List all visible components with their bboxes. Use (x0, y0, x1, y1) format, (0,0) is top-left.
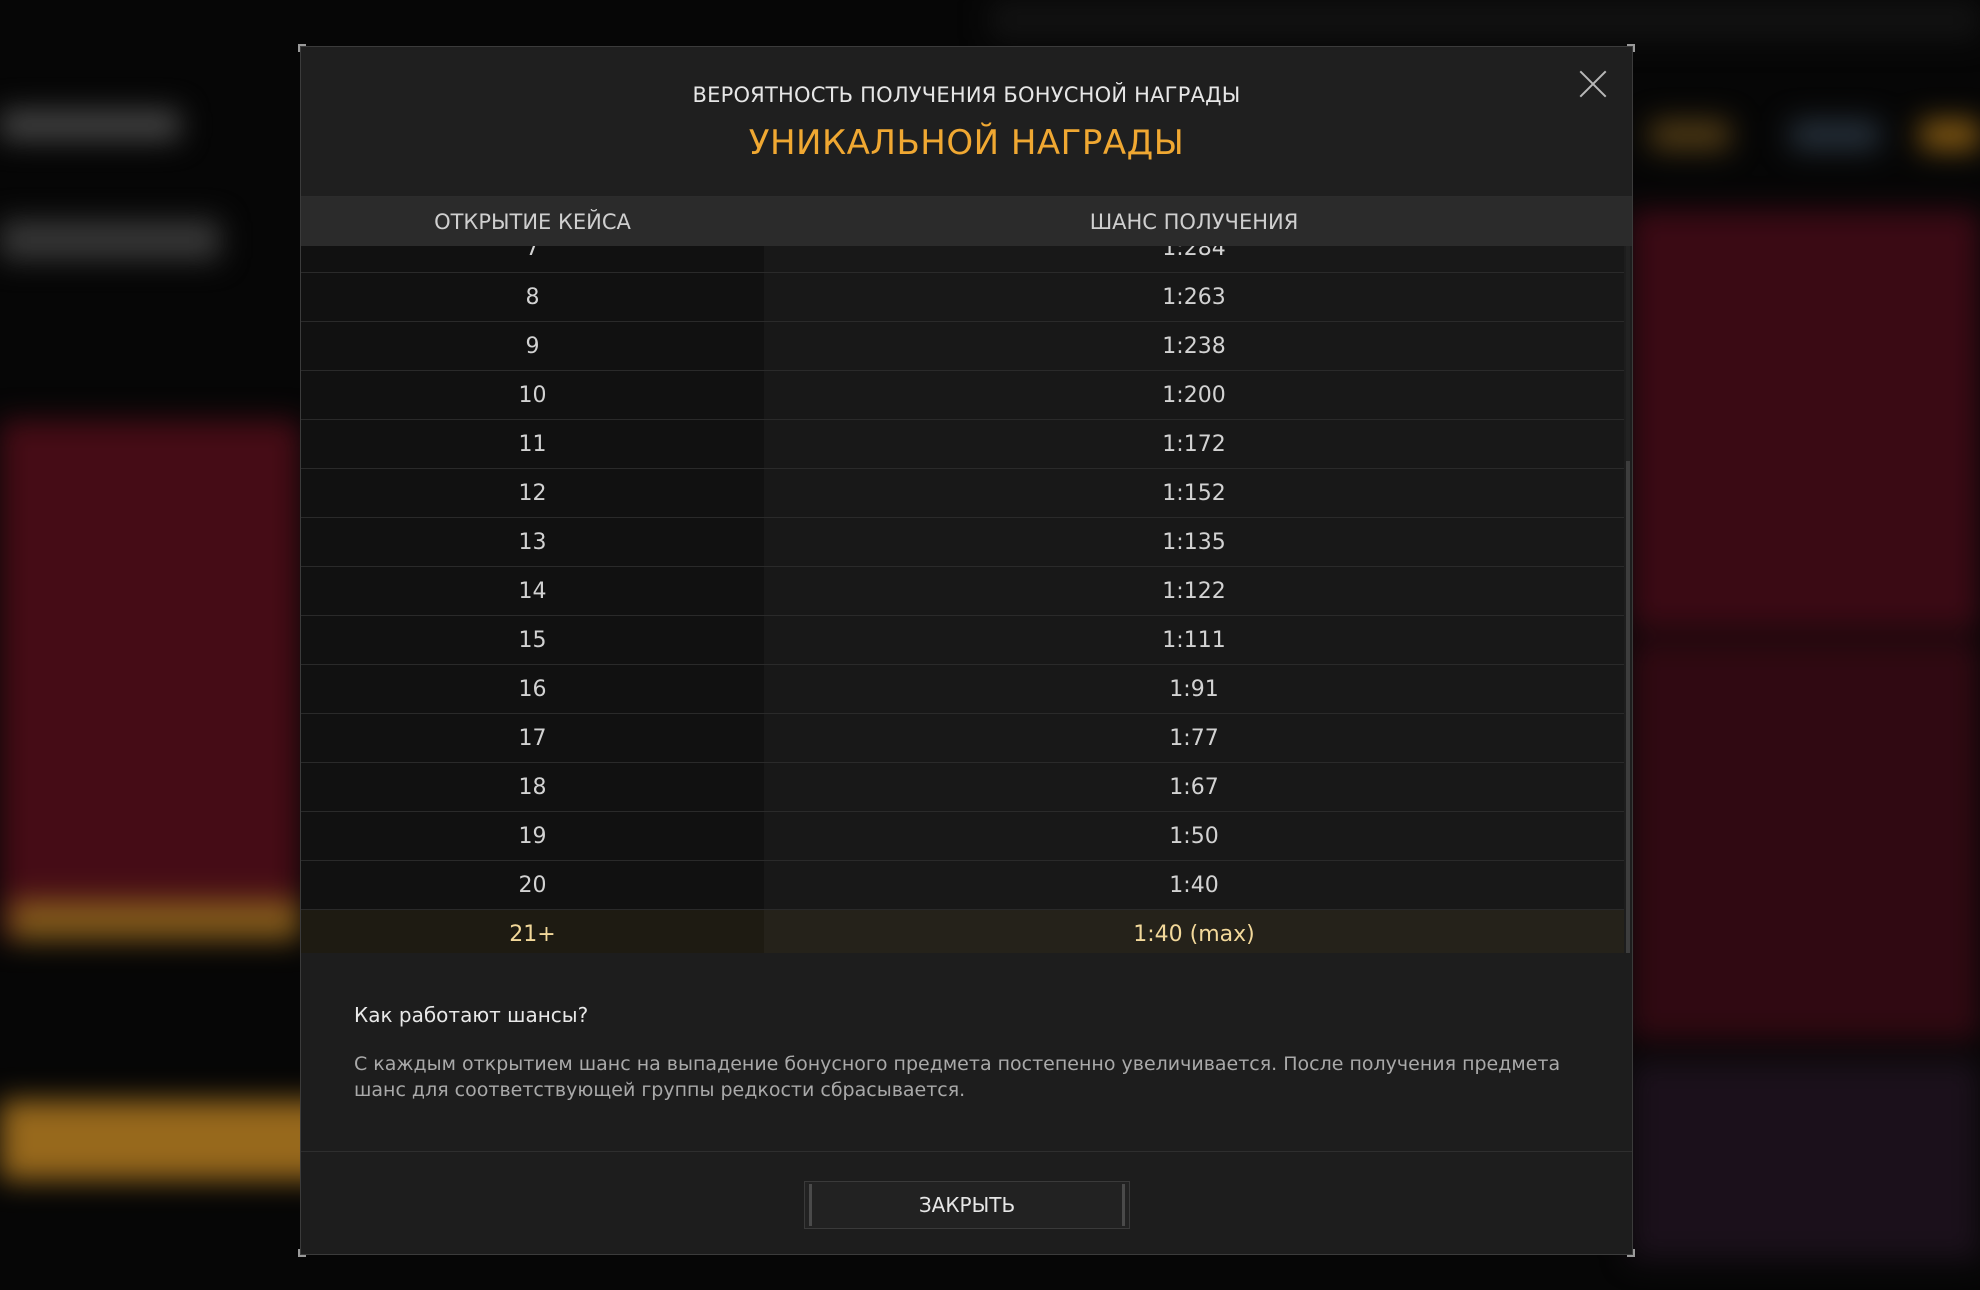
chance-value: 1:77 (1169, 726, 1219, 751)
table-row: 10 1:200 (301, 371, 1624, 420)
open-count: 9 (525, 334, 540, 359)
scrollbar-thumb[interactable] (1626, 461, 1630, 953)
cell-chance: 1:67 (764, 763, 1624, 811)
open-count: 12 (518, 481, 547, 506)
table-row: 14 1:122 (301, 567, 1624, 616)
chance-value: 1:238 (1162, 334, 1226, 359)
info-question: Как работают шансы? (354, 1003, 589, 1027)
cell-open: 19 (301, 812, 764, 860)
table-row: 15 1:111 (301, 616, 1624, 665)
bonus-chance-dialog: ВЕРОЯТНОСТЬ ПОЛУЧЕНИЯ БОНУСНОЙ НАГРАДЫ У… (300, 46, 1633, 1255)
cell-chance: 1:91 (764, 665, 1624, 713)
table-row: 18 1:67 (301, 763, 1624, 812)
cell-open: 16 (301, 665, 764, 713)
chance-value: 1:284 (1162, 246, 1226, 261)
cell-chance: 1:135 (764, 518, 1624, 566)
chance-value: 1:40 (1169, 873, 1219, 898)
chance-value: 1:152 (1162, 481, 1226, 506)
cell-open: 18 (301, 763, 764, 811)
open-count: 7 (525, 246, 540, 261)
chance-value: 1:111 (1162, 628, 1226, 653)
chance-table-body[interactable]: 7 1:284 8 1:263 9 1:238 10 1:200 11 1:172 12 1:152 1… (301, 246, 1624, 953)
dialog-title: УНИКАЛЬНОЙ НАГРАДЫ (748, 123, 1185, 163)
table-header: ОТКРЫТИЕ КЕЙСА ШАНС ПОЛУЧЕНИЯ (301, 197, 1632, 246)
cell-chance: 1:111 (764, 616, 1624, 664)
chance-value: 1:67 (1169, 775, 1219, 800)
info-text: С каждым открытием шанс на выпадение бон… (354, 1053, 1561, 1101)
dialog-subtitle: ВЕРОЯТНОСТЬ ПОЛУЧЕНИЯ БОНУСНОЙ НАГРАДЫ (692, 83, 1241, 107)
column-header-open: ОТКРЫТИЕ КЕЙСА (434, 210, 631, 234)
table-row: 20 1:40 (301, 861, 1624, 910)
open-count: 17 (518, 726, 547, 751)
cell-open: 12 (301, 469, 764, 517)
open-count: 8 (525, 285, 540, 310)
cell-open: 7 (301, 246, 764, 272)
open-count: 10 (518, 383, 547, 408)
cell-chance: 1:263 (764, 273, 1624, 321)
cell-open: 20 (301, 861, 764, 909)
chance-value: 1:172 (1162, 432, 1226, 457)
open-count: 20 (518, 873, 547, 898)
cell-chance: 1:77 (764, 714, 1624, 762)
open-count: 15 (518, 628, 547, 653)
chance-value: 1:91 (1169, 677, 1219, 702)
cell-chance: 1:238 (764, 322, 1624, 370)
chance-value: 1:263 (1162, 285, 1226, 310)
chance-value: 1:200 (1162, 383, 1226, 408)
close-x-icon[interactable] (1578, 69, 1608, 99)
cell-chance: 1:50 (764, 812, 1624, 860)
table-row: 17 1:77 (301, 714, 1624, 763)
open-count: 19 (518, 824, 547, 849)
cell-open: 14 (301, 567, 764, 615)
table-row: 13 1:135 (301, 518, 1624, 567)
cell-open: 8 (301, 273, 764, 321)
table-row: 16 1:91 (301, 665, 1624, 714)
cell-open: 9 (301, 322, 764, 370)
cell-open: 21+ (301, 910, 764, 953)
column-header-chance: ШАНС ПОЛУЧЕНИЯ (1089, 210, 1299, 234)
cell-open: 17 (301, 714, 764, 762)
cell-chance: 1:200 (764, 371, 1624, 419)
open-count: 21+ (509, 922, 556, 947)
chance-value: 1:135 (1162, 530, 1226, 555)
table-row: 21+ 1:40 (max) (301, 910, 1624, 953)
open-count: 16 (518, 677, 547, 702)
table-row: 19 1:50 (301, 812, 1624, 861)
dialog-header: ВЕРОЯТНОСТЬ ПОЛУЧЕНИЯ БОНУСНОЙ НАГРАДЫ У… (301, 47, 1632, 197)
open-count: 11 (518, 432, 547, 457)
cell-chance: 1:284 (764, 246, 1624, 272)
close-button[interactable]: ЗАКРЫТЬ (804, 1181, 1130, 1229)
cell-open: 13 (301, 518, 764, 566)
cell-chance: 1:122 (764, 567, 1624, 615)
table-row: 9 1:238 (301, 322, 1624, 371)
cell-open: 15 (301, 616, 764, 664)
table-row: 7 1:284 (301, 246, 1624, 273)
open-count: 14 (518, 579, 547, 604)
chance-value: 1:40 (max) (1133, 922, 1255, 947)
open-count: 13 (518, 530, 547, 555)
cell-open: 10 (301, 371, 764, 419)
open-count: 18 (518, 775, 547, 800)
chance-value: 1:122 (1162, 579, 1226, 604)
table-row: 11 1:172 (301, 420, 1624, 469)
table-row: 8 1:263 (301, 273, 1624, 322)
table-row: 12 1:152 (301, 469, 1624, 518)
cell-chance: 1:40 (764, 861, 1624, 909)
divider (301, 1151, 1632, 1152)
cell-chance: 1:152 (764, 469, 1624, 517)
cell-chance: 1:40 (max) (764, 910, 1624, 953)
cell-chance: 1:172 (764, 420, 1624, 468)
cell-open: 11 (301, 420, 764, 468)
scrollbar[interactable] (1626, 246, 1630, 953)
chance-value: 1:50 (1169, 824, 1219, 849)
